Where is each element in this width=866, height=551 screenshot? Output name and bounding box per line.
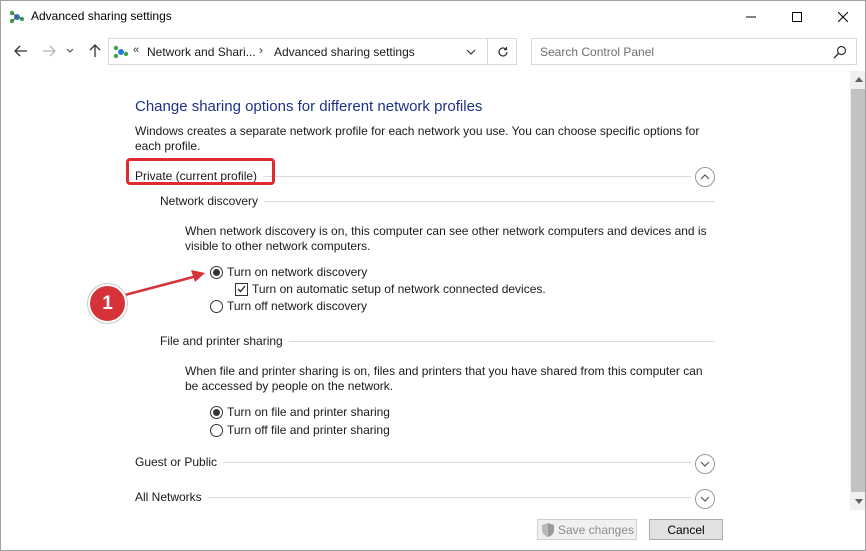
chevron-down-icon	[66, 48, 74, 53]
search-icon[interactable]	[832, 44, 848, 60]
scroll-thumb[interactable]	[851, 89, 865, 492]
step-badge: 1	[88, 284, 127, 323]
radio-turn-off-network-discovery[interactable]: Turn off network discovery	[210, 298, 367, 314]
radio-button-selected[interactable]	[210, 265, 223, 279]
up-button[interactable]	[85, 41, 105, 61]
radio-turn-on-network-discovery[interactable]: Turn on network discovery	[210, 264, 367, 280]
arrow-up-icon	[89, 44, 101, 57]
radio-label[interactable]: Turn on file and printer sharing	[227, 405, 390, 419]
caret-up-icon	[854, 77, 863, 82]
address-dropdown-button[interactable]	[461, 42, 481, 62]
uac-shield-icon	[541, 522, 554, 537]
window-title: Advanced sharing settings	[31, 9, 172, 23]
radio-label[interactable]: Turn on network discovery	[227, 265, 367, 279]
scroll-down-button[interactable]	[850, 493, 865, 510]
back-button[interactable]	[11, 41, 31, 61]
section-all-networks-title[interactable]: All Networks	[135, 490, 208, 504]
scroll-up-button[interactable]	[850, 71, 865, 88]
navigation-bar: « Network and Shari... › Advanced sharin…	[1, 33, 865, 71]
refresh-button[interactable]	[487, 39, 517, 64]
breadcrumb-overflow[interactable]: «	[133, 44, 139, 56]
main-content: Change sharing options for different net…	[1, 71, 850, 510]
checkbox-label[interactable]: Turn on automatic setup of network conne…	[252, 282, 546, 296]
arrow-right-icon	[43, 45, 56, 57]
file-printer-sharing-description: When file and printer sharing is on, fil…	[185, 364, 703, 393]
save-changes-button[interactable]: Save changes	[537, 519, 637, 540]
refresh-icon	[497, 46, 508, 57]
network-discovery-description: When network discovery is on, this compu…	[185, 224, 707, 253]
search-box[interactable]: Search Control Panel	[531, 38, 857, 65]
footer: Save changes Cancel	[1, 510, 865, 550]
annotation-arrow	[124, 270, 205, 297]
section-guest-public-title[interactable]: Guest or Public	[135, 455, 224, 469]
chevron-down-icon	[466, 49, 476, 55]
cancel-label: Cancel	[667, 522, 705, 537]
intro-text: Windows creates a separate network profi…	[135, 124, 700, 153]
expand-all-networks-button[interactable]	[695, 489, 715, 509]
save-changes-label: Save changes	[557, 522, 635, 537]
highlight-box	[126, 158, 275, 185]
network-icon	[9, 10, 25, 24]
network-icon	[113, 45, 129, 59]
checkbox-checked[interactable]	[235, 282, 248, 296]
radio-turn-on-file-printer-sharing[interactable]: Turn on file and printer sharing	[210, 404, 390, 420]
minimize-button[interactable]	[728, 1, 774, 33]
chevron-down-icon	[700, 496, 710, 502]
window: Advanced sharing settings « Network and …	[0, 0, 866, 551]
breadcrumb-advanced-sharing[interactable]: Advanced sharing settings	[274, 45, 415, 59]
search-input[interactable]: Search Control Panel	[540, 45, 654, 59]
maximize-icon	[792, 12, 802, 22]
checkmark-icon	[237, 285, 246, 293]
radio-turn-off-file-printer-sharing[interactable]: Turn off file and printer sharing	[210, 422, 390, 438]
caret-down-icon	[854, 499, 863, 504]
checkbox-auto-setup[interactable]: Turn on automatic setup of network conne…	[235, 281, 546, 297]
breadcrumb-separator[interactable]: ›	[259, 43, 263, 57]
address-bar[interactable]: « Network and Shari... › Advanced sharin…	[108, 38, 517, 65]
radio-label[interactable]: Turn off network discovery	[227, 299, 367, 313]
maximize-button[interactable]	[774, 1, 820, 33]
radio-button[interactable]	[210, 423, 223, 437]
recent-locations-button[interactable]	[63, 41, 77, 61]
chevron-down-icon	[700, 461, 710, 467]
radio-button[interactable]	[210, 299, 223, 313]
network-discovery-title: Network discovery	[160, 194, 265, 208]
expand-guest-public-button[interactable]	[695, 454, 715, 474]
minimize-icon	[746, 16, 756, 18]
section-divider	[135, 497, 691, 498]
collapse-private-button[interactable]	[695, 167, 715, 187]
arrow-left-icon	[14, 45, 27, 57]
radio-label[interactable]: Turn off file and printer sharing	[227, 423, 390, 437]
cancel-button[interactable]: Cancel	[649, 519, 723, 540]
forward-button[interactable]	[39, 41, 59, 61]
page-title: Change sharing options for different net…	[135, 98, 483, 115]
close-icon	[838, 12, 848, 22]
title-bar: Advanced sharing settings	[1, 1, 865, 33]
close-button[interactable]	[820, 1, 865, 33]
chevron-up-icon	[700, 174, 710, 180]
breadcrumb-network-sharing[interactable]: Network and Shari...	[147, 45, 256, 59]
file-printer-sharing-title: File and printer sharing	[160, 334, 289, 348]
vertical-scrollbar[interactable]	[850, 71, 865, 510]
radio-button-selected[interactable]	[210, 405, 223, 419]
